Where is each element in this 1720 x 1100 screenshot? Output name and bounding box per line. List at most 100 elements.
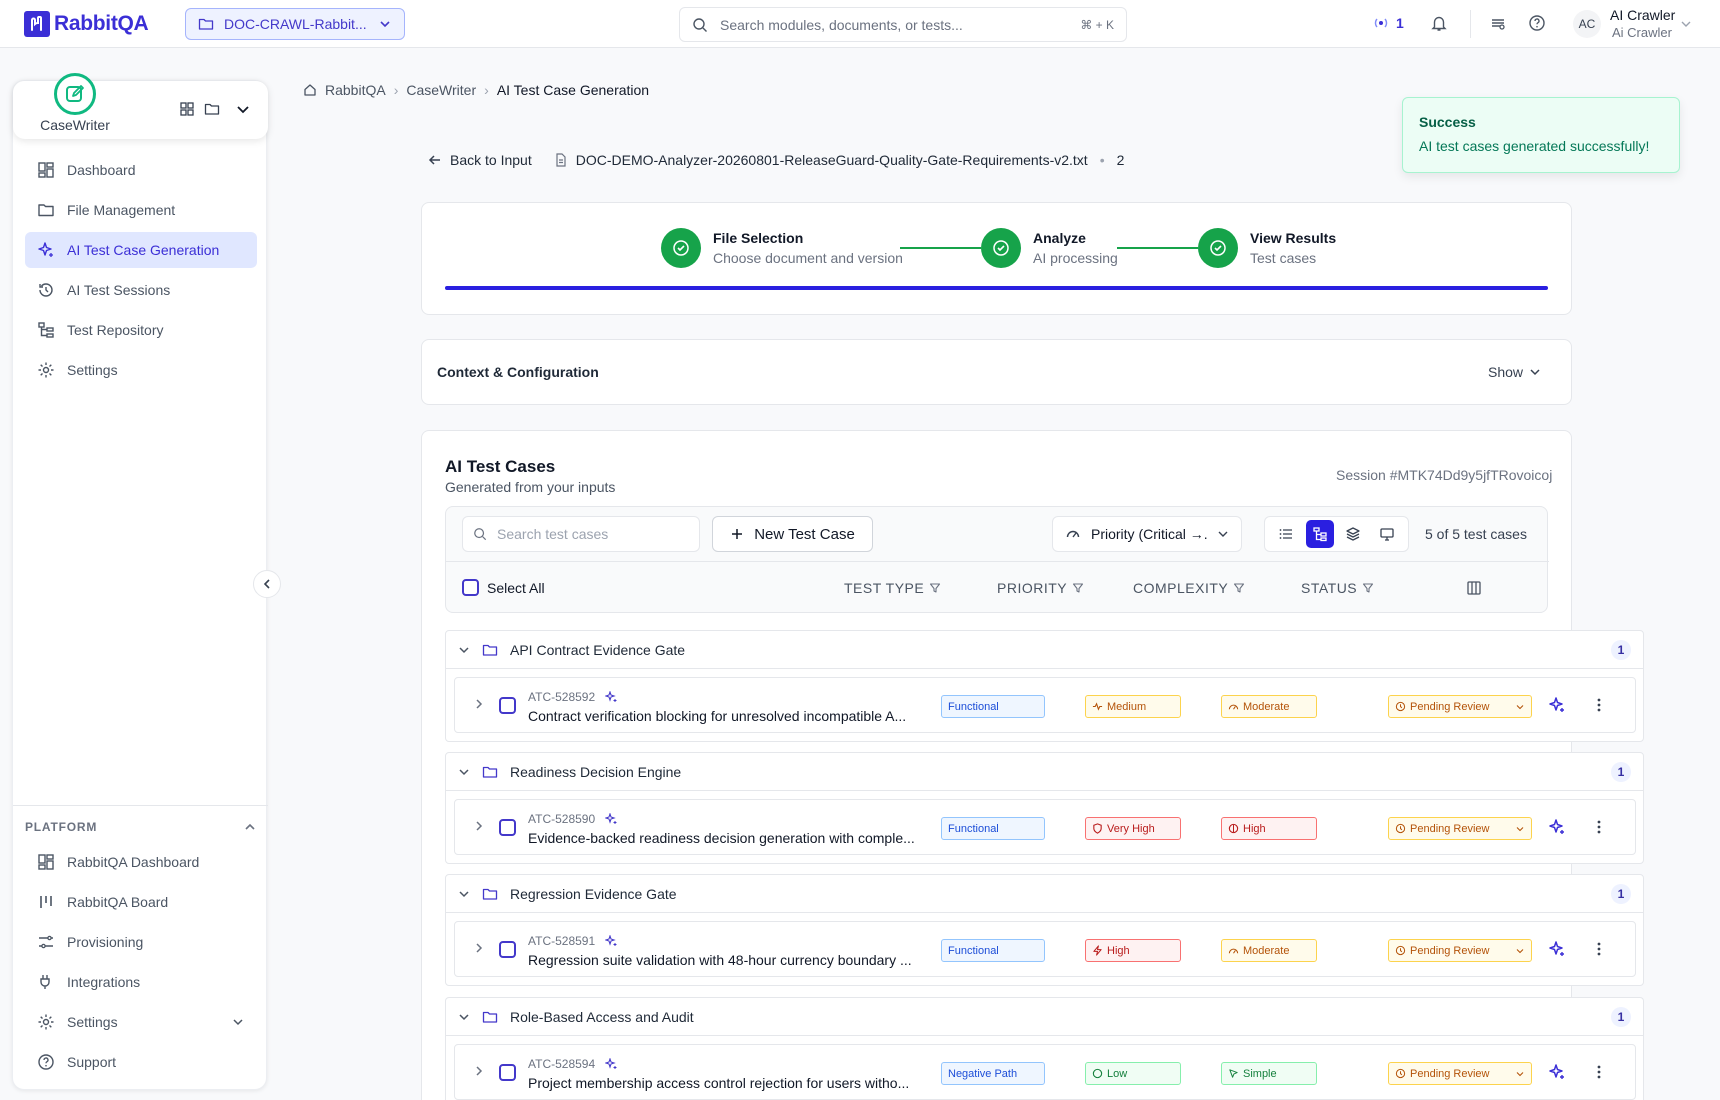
group-header[interactable]: Regression Evidence Gate 1 [446, 875, 1643, 913]
avatar[interactable]: AC [1573, 10, 1601, 38]
user-role: Ai Crawler [1612, 25, 1672, 40]
test-case-title[interactable]: Contract verification blocking for unres… [528, 708, 918, 724]
breadcrumb: RabbitQA › CaseWriter › AI Test Case Gen… [303, 82, 649, 98]
test-case-title[interactable]: Regression suite validation with 48-hour… [528, 952, 918, 968]
sidebar-item-ai-test-sessions[interactable]: AI Test Sessions [25, 272, 257, 308]
search-icon [693, 17, 707, 32]
chevron-right-icon[interactable] [473, 1065, 485, 1077]
chevron-right-icon[interactable] [473, 820, 485, 832]
sidebar-item-support[interactable]: Support [25, 1044, 257, 1080]
select-all[interactable]: Select All [462, 579, 545, 596]
help-button[interactable] [1528, 14, 1546, 32]
sidebar-item-ai-test-case-generation[interactable]: AI Test Case Generation [25, 232, 257, 268]
group-name: Readiness Decision Engine [510, 763, 682, 780]
gauge-icon [1066, 530, 1080, 538]
preferences-button[interactable] [1489, 14, 1507, 32]
divider [13, 805, 268, 806]
platform-section-header[interactable]: PLATFORM [25, 820, 257, 834]
monitor-view-button[interactable] [1373, 520, 1401, 548]
column-label: COMPLEXITY [1133, 580, 1229, 596]
column-header-complexity[interactable]: COMPLEXITY [1133, 580, 1245, 596]
more-options-icon[interactable] [1590, 818, 1608, 836]
sidebar-item-label: Settings [67, 362, 118, 378]
sidebar-item-file-management[interactable]: File Management [25, 192, 257, 228]
ai-regenerate-icon[interactable] [1548, 818, 1566, 836]
more-options-icon[interactable] [1590, 1063, 1608, 1081]
chevron-right-icon[interactable] [473, 942, 485, 954]
tree-view-button[interactable] [1305, 520, 1334, 548]
row-checkbox[interactable] [499, 819, 516, 836]
grid-icon[interactable] [179, 101, 195, 117]
status-select[interactable]: Pending Review [1388, 695, 1532, 718]
chevron-right-icon[interactable] [473, 698, 485, 710]
chevron-down-icon [1218, 531, 1228, 537]
chevron-up-icon [245, 823, 255, 830]
chevron-down-icon[interactable] [1680, 18, 1692, 30]
row-checkbox[interactable] [499, 697, 516, 714]
test-case-row[interactable]: ATC-528592 Contract verification blockin… [454, 677, 1636, 733]
test-type-badge: Negative Path [941, 1062, 1045, 1085]
test-case-row[interactable]: ATC-528590 Evidence-backed readiness dec… [454, 799, 1636, 855]
context-toggle-button[interactable]: Show [1488, 364, 1541, 380]
breadcrumb-link[interactable]: RabbitQA [325, 82, 386, 98]
row-checkbox[interactable] [499, 1064, 516, 1081]
breadcrumb-link[interactable]: CaseWriter [406, 82, 476, 98]
sidebar-item-integrations[interactable]: Integrations [25, 964, 257, 1000]
chevron-down-icon [1516, 1071, 1524, 1076]
sidebar-item-platform-settings[interactable]: Settings [25, 1004, 257, 1040]
sidebar-item-label: File Management [67, 202, 176, 218]
select-all-checkbox[interactable] [462, 579, 479, 596]
workspace-selector[interactable]: DOC-CRAWL-Rabbit... [185, 8, 405, 40]
status-select[interactable]: Pending Review [1388, 939, 1532, 962]
more-options-icon[interactable] [1590, 696, 1608, 714]
help-icon [1529, 15, 1545, 31]
sidebar-item-test-repository[interactable]: Test Repository [25, 312, 257, 348]
group-header[interactable]: API Contract Evidence Gate 1 [446, 631, 1643, 669]
layers-view-button[interactable] [1339, 520, 1367, 548]
group-count: 1 [1611, 761, 1631, 782]
ai-regenerate-icon[interactable] [1548, 696, 1566, 714]
user-menu[interactable]: AI Crawler Ai Crawler [1610, 6, 1675, 42]
gauge-icon [1228, 948, 1239, 954]
group-header[interactable]: Readiness Decision Engine 1 [446, 753, 1643, 791]
row-checkbox[interactable] [499, 941, 516, 958]
status-select[interactable]: Pending Review [1388, 1062, 1532, 1085]
columns-toggle-button[interactable] [1466, 580, 1482, 596]
more-options-icon[interactable] [1590, 940, 1608, 958]
column-header-test-type[interactable]: TEST TYPE [844, 580, 941, 596]
sidebar-item-settings[interactable]: Settings [25, 352, 257, 388]
list-view-button[interactable] [1272, 520, 1300, 548]
test-case-row[interactable]: ATC-528591 Regression suite validation w… [454, 921, 1636, 977]
brand-logo[interactable]: RabbitQA [24, 11, 149, 37]
sidebar-item-rabbitqa-dashboard[interactable]: RabbitQA Dashboard [25, 844, 257, 880]
ai-regenerate-icon[interactable] [1548, 940, 1566, 958]
notifications-button[interactable] [1430, 14, 1448, 32]
app-switcher[interactable]: CaseWriter [13, 73, 268, 139]
new-test-case-button[interactable]: New Test Case [712, 516, 873, 552]
sidebar-item-provisioning[interactable]: Provisioning [25, 924, 257, 960]
sidebar-item-label: Provisioning [67, 934, 144, 950]
column-header-priority[interactable]: PRIORITY [997, 580, 1084, 596]
global-search[interactable]: Search modules, documents, or tests... ⌘… [679, 7, 1127, 42]
search-placeholder: Search modules, documents, or tests... [720, 16, 963, 33]
success-toast[interactable]: Success AI test cases generated successf… [1402, 97, 1680, 173]
live-indicator[interactable]: 1 [1372, 14, 1404, 32]
test-case-title[interactable]: Evidence-backed readiness decision gener… [528, 830, 918, 846]
sidebar-item-rabbitqa-board[interactable]: RabbitQA Board [25, 884, 257, 920]
back-button[interactable]: Back to Input [428, 152, 532, 168]
test-case-title[interactable]: Project membership access control reject… [528, 1075, 918, 1091]
chevron-down-icon[interactable] [235, 101, 251, 117]
folder-icon[interactable] [204, 101, 220, 117]
group-header[interactable]: Role-Based Access and Audit 1 [446, 998, 1643, 1036]
test-case-row[interactable]: ATC-528594 Project membership access con… [454, 1044, 1636, 1100]
sidebar-collapse-button[interactable] [253, 570, 281, 598]
sidebar-item-dashboard[interactable]: Dashboard [25, 152, 257, 188]
column-header-status[interactable]: STATUS [1301, 580, 1374, 596]
column-label: PRIORITY [997, 580, 1068, 596]
complexity-text: Moderate [1243, 700, 1290, 713]
ai-regenerate-icon[interactable] [1548, 1063, 1566, 1081]
id-text: ATC-528594 [528, 1057, 596, 1071]
sort-select[interactable]: Priority (Critical →... [1052, 516, 1242, 552]
test-case-search[interactable]: Search test cases [462, 516, 700, 552]
status-select[interactable]: Pending Review [1388, 817, 1532, 840]
